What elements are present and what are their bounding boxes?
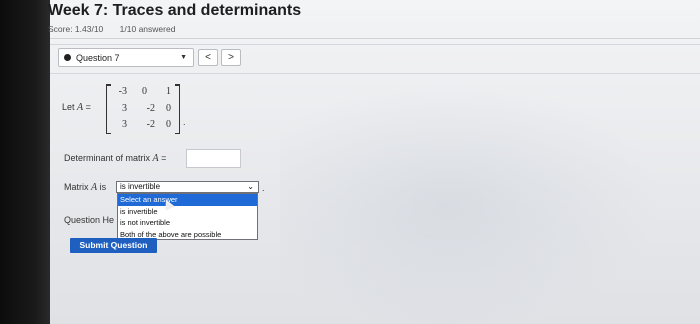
invertible-select[interactable]: is invertible ⌄ xyxy=(116,181,259,193)
determinant-label-text: Determinant of matrix xyxy=(64,153,151,163)
matrix-period: . xyxy=(183,117,186,127)
invertible-label-suffix: is xyxy=(99,182,107,192)
submit-question-button[interactable]: Submit Question xyxy=(70,238,157,253)
bracket-corner xyxy=(107,132,111,134)
dropdown-option[interactable]: Select an answer xyxy=(118,194,257,206)
equals-sign: = xyxy=(85,102,91,112)
matrix-var: A xyxy=(77,102,84,113)
bracket-corner xyxy=(175,132,179,134)
invertible-select-value: is invertible xyxy=(120,182,161,191)
score-line: Score: 1.43/10 1/10 answered xyxy=(48,24,175,34)
status-dot-icon xyxy=(64,54,71,61)
determinant-input[interactable] xyxy=(186,149,241,168)
matrix-label: Let A = xyxy=(62,102,91,113)
question-help-label: Question He xyxy=(64,215,115,225)
invertible-label-prefix: Matrix xyxy=(64,182,89,192)
let-text: Let xyxy=(62,102,75,112)
score-text: Score: 1.43/10 xyxy=(48,24,104,34)
matrix-cell: 1 xyxy=(166,86,171,97)
question-select-value: Question 7 xyxy=(76,52,120,63)
page-title: Week 7: Traces and determinants xyxy=(48,2,302,19)
matrix-cell: 0 xyxy=(166,119,171,130)
dropdown-option[interactable]: is not invertible xyxy=(118,217,257,229)
screen-bezel xyxy=(0,0,50,324)
matrix-a: -3 0 1 3 -2 0 3 -2 0 xyxy=(106,84,180,134)
matrix-cell: 0 xyxy=(142,86,147,97)
answered-count: 1/10 answered xyxy=(119,24,176,34)
matrix-cell: -3 xyxy=(118,86,127,97)
equals-sign: = xyxy=(161,153,167,163)
matrix-cell: 0 xyxy=(166,103,171,114)
dropdown-option[interactable]: is invertible xyxy=(118,206,257,218)
invertible-var: A xyxy=(91,182,98,193)
determinant-label: Determinant of matrix A = xyxy=(64,153,166,164)
question-select[interactable]: Question 7 ▼ xyxy=(58,48,194,67)
matrix-cell: 3 xyxy=(122,119,127,130)
chevron-down-icon: ⌄ xyxy=(247,182,254,191)
invertible-period: . xyxy=(262,183,265,193)
determinant-var: A xyxy=(152,153,159,164)
invertible-label: Matrix A is xyxy=(64,182,106,193)
caret-down-icon: ▼ xyxy=(180,54,187,61)
bracket-corner xyxy=(175,84,179,86)
prev-question-button[interactable]: < xyxy=(198,49,218,66)
header-divider xyxy=(50,38,700,39)
matrix-cell: 3 xyxy=(122,103,127,114)
invertible-dropdown-list: Select an answer is invertible is not in… xyxy=(117,193,258,240)
next-question-button[interactable]: > xyxy=(221,49,241,66)
